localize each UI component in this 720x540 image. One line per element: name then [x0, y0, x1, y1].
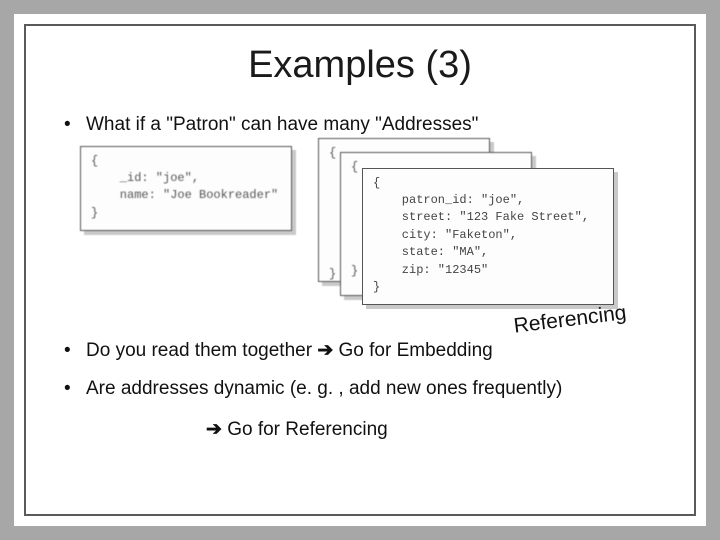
bullet-2: Do you read them together ➔ Go for Embed…: [64, 339, 670, 364]
bullet-1: What if a "Patron" can have many "Addres…: [64, 113, 670, 325]
slide-frame: Examples (3) What if a "Patron" can have…: [24, 24, 696, 516]
bullet-3: Are addresses dynamic (e. g. , add new o…: [64, 377, 670, 442]
code-address-front: { patron_id: "joe", street: "123 Fake St…: [362, 168, 614, 306]
arrow-icon: ➔: [206, 419, 222, 440]
bullet-3-sub-text: Go for Referencing: [222, 419, 388, 440]
bullet-2-post: Go for Embedding: [333, 340, 492, 361]
slide-title: Examples (3): [26, 44, 694, 87]
bullet-3-sub: ➔ Go for Referencing: [206, 418, 670, 443]
referencing-label: Referencing: [512, 299, 628, 340]
code-area: { _id: "joe", name: "Joe Bookreader" } {…: [86, 140, 670, 325]
bullet-1-text: What if a "Patron" can have many "Addres…: [86, 114, 478, 135]
bullet-list: What if a "Patron" can have many "Addres…: [26, 113, 694, 443]
code-patron: { _id: "joe", name: "Joe Bookreader" }: [80, 146, 292, 232]
slide: Examples (3) What if a "Patron" can have…: [14, 14, 706, 526]
bullet-2-pre: Do you read them together: [86, 340, 317, 361]
bullet-3-text: Are addresses dynamic (e. g. , add new o…: [86, 378, 562, 399]
arrow-icon: ➔: [317, 340, 333, 361]
